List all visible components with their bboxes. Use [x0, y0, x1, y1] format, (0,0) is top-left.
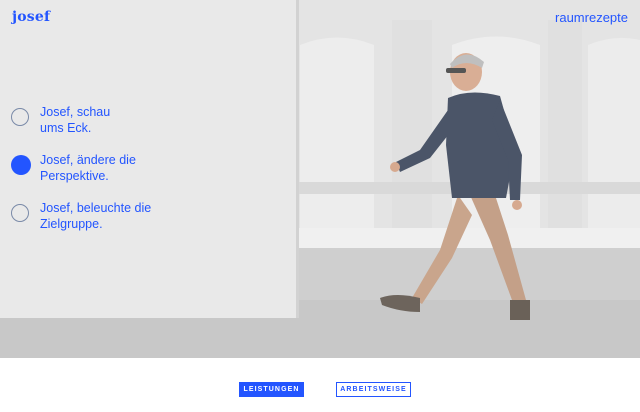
hero-video-frame: josef raumrezepte Josef, schau ums Eck. …	[0, 0, 640, 358]
raumrezepte-link[interactable]: raumrezepte	[555, 10, 628, 25]
option-label: Josef, schau ums Eck.	[40, 105, 111, 135]
arbeitsweise-button[interactable]: ARBEITSWEISE	[336, 382, 411, 397]
option-label: Josef, beleuchte die Zielgruppe.	[40, 201, 152, 231]
option-beleuchte-zielgruppe[interactable]: Josef, beleuchte die Zielgruppe.	[11, 200, 201, 234]
option-schau-ums-eck[interactable]: Josef, schau ums Eck.	[11, 104, 201, 138]
option-list: Josef, schau ums Eck. Josef, ändere die …	[11, 104, 201, 248]
option-aendere-perspektive[interactable]: Josef, ändere die Perspektive.	[11, 152, 201, 186]
radio-button[interactable]	[11, 204, 29, 222]
radio-button-selected[interactable]	[11, 155, 31, 175]
logo[interactable]: josef	[12, 9, 50, 25]
radio-button[interactable]	[11, 108, 29, 126]
option-label: Josef, ändere die Perspektive.	[40, 153, 136, 183]
leistungen-button[interactable]: LEISTUNGEN	[239, 382, 304, 397]
footer-nav: LEISTUNGEN ARBEITSWEISE	[0, 382, 640, 398]
